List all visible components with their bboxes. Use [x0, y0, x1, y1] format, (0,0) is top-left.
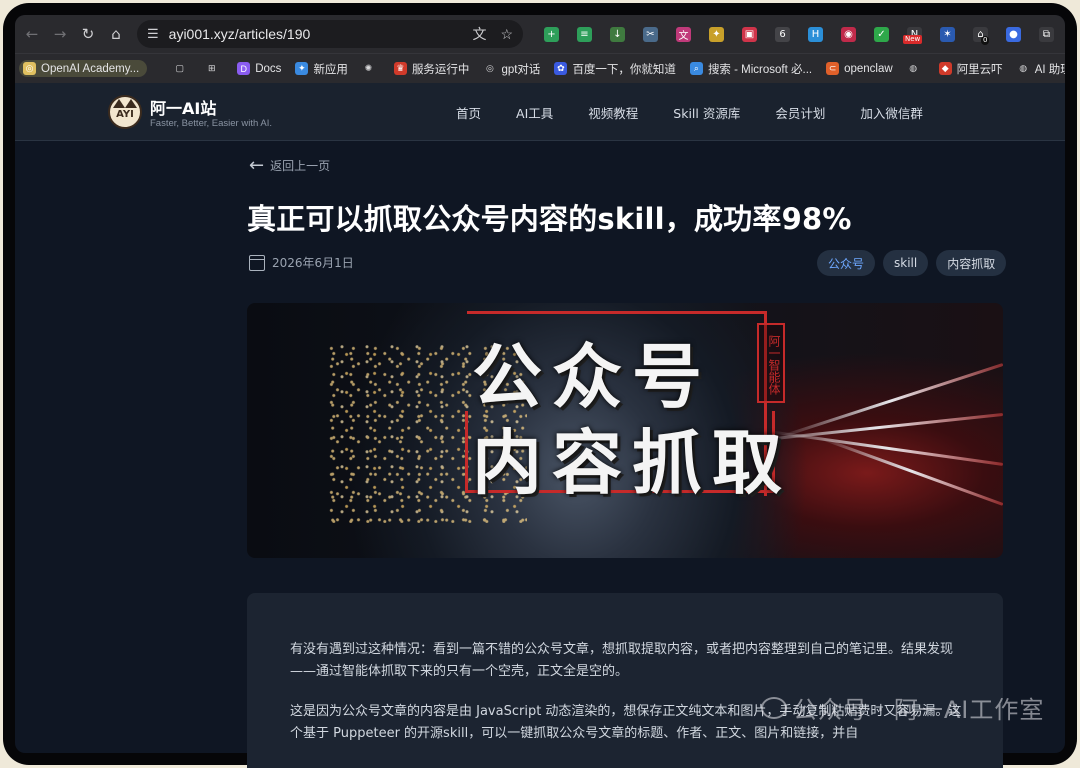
article-date: 2026年6月1日 [272, 256, 354, 270]
bookmark-item[interactable]: ◍ [907, 62, 925, 75]
bookmark-label: 百度一下，你就知道 [572, 63, 676, 76]
bookmark-label: AI 助理 [1034, 63, 1065, 76]
ai-h-ext-icon[interactable]: H [808, 26, 823, 42]
tag-chip[interactable]: skill [883, 250, 929, 276]
back-link-label: 返回上一页 [270, 159, 331, 173]
nav-item-membership[interactable]: 会员计划 [775, 103, 825, 122]
article-meta: 2026年6月1日 [249, 254, 354, 271]
openai-logo-icon: ✺ [364, 63, 373, 73]
claw-stroke [818, 436, 1003, 506]
banner-seal: 阿一智能体 [757, 323, 785, 403]
article-paragraph: 有没有遇到过这种情况：看到一篇不错的公众号文章，想抓取提取内容，或者把内容整理到… [290, 642, 954, 679]
bookmark-item[interactable]: ⌕ 搜索 - Microsoft 必... [689, 61, 813, 77]
browser-toolbar: ← → ↻ ⌂ ☰ ayi001.xyz/articles/190 文 ☆ + ≡… [15, 15, 1065, 53]
url-text[interactable]: ayi001.xyz/articles/190 [169, 26, 459, 42]
bookmarks-bar: ◎ OpenAI Academy... ▢ ⊞ D Docs ✦ 新应用 ✺ ♛ 服务运行中 ◎ gpt… [15, 53, 1065, 83]
back-link[interactable]: ← 返回上一页 [249, 155, 330, 176]
count-badge: 0 [981, 35, 990, 45]
nav-item-ai-tools[interactable]: AI工具 [516, 103, 553, 122]
bookmark-item[interactable]: ◆ 阿里云吓 [938, 61, 1003, 77]
back-arrow-icon: ← [249, 155, 265, 176]
camera-ext-icon[interactable]: ◉ [841, 26, 856, 42]
hero-banner: 公众号 内容抓取 阿一智能体 [247, 303, 1003, 558]
site-name[interactable]: 阿一AI站 [150, 95, 216, 119]
download-ext-icon[interactable]: ↓ [610, 26, 625, 42]
apps-grid-icon: ⊞ [207, 63, 216, 73]
chatgpt-icon: ◎ [486, 63, 494, 73]
tag-chip[interactable]: 公众号 [817, 250, 876, 276]
bookmark-item[interactable]: ♛ 服务运行中 [393, 61, 470, 77]
site-header: AYI 阿一AI站 Faster, Better, Easier with AI… [15, 83, 1065, 141]
bookmark-item[interactable]: ◎ OpenAI Academy... [19, 60, 148, 77]
bookmark-item[interactable]: ⊂ openclaw [826, 62, 893, 75]
bookmark-item[interactable]: ◍ AI 助理 [1017, 61, 1065, 77]
bookmark-label: gpt对话 [501, 63, 541, 76]
nav-item-wechat-group[interactable]: 加入微信群 [860, 103, 923, 122]
banner-title-line2: 内容抓取 [472, 421, 792, 504]
aliyun-icon: ◆ [938, 62, 952, 75]
bookmark-item[interactable]: ◎ gpt对话 [483, 61, 540, 77]
home-ext-icon[interactable]: ⌂ 0 [973, 26, 990, 45]
bookmark-label: openclaw [844, 62, 893, 75]
search-icon: ⌕ [689, 62, 703, 75]
article-tags: 公众号 skill 内容抓取 [817, 250, 1007, 276]
home-icon[interactable]: ⌂ [105, 23, 127, 45]
openai-icon: ◎ [23, 62, 36, 75]
bookmark-item[interactable]: ✺ [362, 62, 380, 75]
watermark-text: 公众号 · 阿一AI工作室 [793, 696, 1045, 724]
openclaw-icon: ⊂ [826, 62, 840, 75]
nav-item-home[interactable]: 首页 [456, 103, 481, 122]
new-badge: New [903, 34, 923, 44]
dot-ext-icon[interactable]: ● [1006, 26, 1021, 42]
translate-page-icon[interactable]: 文 [472, 24, 486, 44]
bookmark-label: 新应用 [313, 63, 348, 76]
ai-ext-icon[interactable]: 6 [775, 26, 790, 42]
bird-ext-icon[interactable]: ✦ [709, 26, 724, 42]
baidu-icon: ✿ [554, 62, 568, 75]
bookmark-label: 服务运行中 [411, 63, 470, 76]
main-nav: 首页 AI工具 视频教程 Skill 资源库 会员计划 加入微信群 [456, 83, 958, 141]
bookmark-label: Docs [255, 62, 282, 75]
forward-arrow-icon[interactable]: → [49, 23, 71, 45]
site-logo[interactable]: AYI [108, 95, 142, 129]
nav-item-video-tutorials[interactable]: 视频教程 [588, 103, 638, 122]
tag-chip[interactable]: 内容抓取 [936, 250, 1007, 276]
bookmark-label: 搜索 - Microsoft 必... [707, 63, 813, 76]
add-ext-icon[interactable]: + [544, 26, 559, 42]
scissors-ext-icon[interactable]: ✂ [643, 26, 658, 42]
reload-icon[interactable]: ↻ [77, 23, 99, 45]
layers-ext-icon[interactable]: ≡ [577, 26, 592, 42]
check-ext-icon[interactable]: ✓ [874, 26, 889, 42]
globe-icon: ◍ [909, 63, 918, 73]
nav-item-skill-library[interactable]: Skill 资源库 [673, 103, 740, 122]
translate-ext-icon[interactable]: 文 [676, 26, 691, 42]
extensions-toolbar: + ≡ ↓ ✂ 文 ✦ ▣ 6 H ◉ ✓ NNew ✶ ⌂0 ● ⧉ [535, 26, 1063, 45]
article-title: 真正可以抓取公众号内容的skill，成功率98% [247, 202, 852, 236]
tv-ext-icon[interactable]: ▣ [742, 26, 757, 42]
bookmark-item[interactable]: ✿ 百度一下，你就知道 [554, 61, 676, 77]
bookmark-item[interactable]: ▢ [173, 62, 191, 75]
bookmark-item[interactable]: ⊞ [205, 62, 223, 75]
bookmark-star-icon[interactable]: ☆ [500, 26, 513, 43]
logo-text: AYI [116, 109, 134, 120]
new-ext-icon[interactable]: NNew [903, 26, 923, 44]
bookmark-item[interactable]: D Docs [237, 62, 281, 75]
site-tagline: Faster, Better, Easier with AI. [150, 118, 272, 129]
page-icon: ▢ [175, 63, 184, 73]
calendar-icon [249, 254, 265, 271]
docs-icon: D [237, 62, 251, 75]
address-bar[interactable]: ☰ ayi001.xyz/articles/190 文 ☆ [137, 20, 523, 48]
bookmark-label: 阿里云吓 [956, 63, 1003, 76]
new-app-icon: ✦ [295, 62, 309, 75]
bookmark-label: OpenAI Academy... [41, 62, 140, 75]
wechat-watermark: 公众号 · 阿一AI工作室 [761, 690, 1044, 725]
bookmark-item[interactable]: ✦ 新应用 [295, 61, 348, 77]
back-arrow-icon[interactable]: ← [21, 23, 43, 45]
service-icon: ♛ [393, 62, 407, 75]
ai-assistant-icon: ◍ [1019, 63, 1028, 73]
site-settings-icon[interactable]: ☰ [147, 26, 159, 42]
puzzle-ext-icon[interactable]: ⧉ [1039, 26, 1054, 42]
bird2-ext-icon[interactable]: ✶ [940, 26, 955, 42]
wechat-icon [761, 696, 787, 719]
